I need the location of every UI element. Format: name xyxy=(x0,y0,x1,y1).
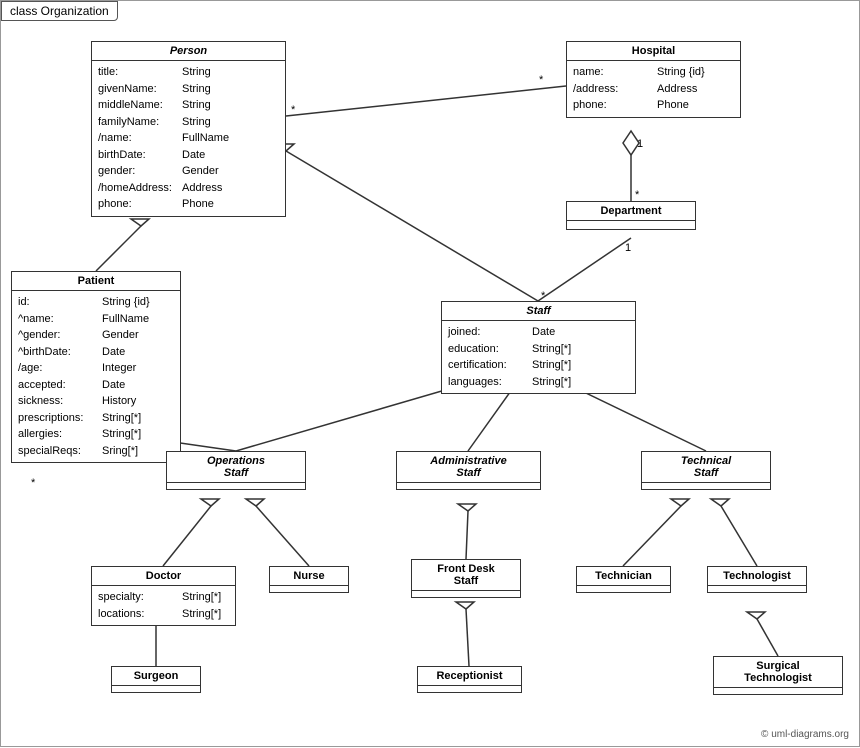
receptionist-title: Receptionist xyxy=(418,667,521,686)
department-box: Department xyxy=(566,201,696,230)
hospital-attrs: name:String {id} /address:Address phone:… xyxy=(567,61,740,117)
diagram-container: class Organization * * 1 * 1 * * * xyxy=(0,0,860,747)
technical-staff-box: TechnicalStaff xyxy=(641,451,771,490)
receptionist-box: Receptionist xyxy=(417,666,522,693)
admin-staff-title: AdministrativeStaff xyxy=(397,452,540,483)
technician-title: Technician xyxy=(577,567,670,586)
svg-text:*: * xyxy=(539,74,544,86)
department-attrs xyxy=(567,221,695,229)
copyright: © uml-diagrams.org xyxy=(761,729,849,740)
person-title: Person xyxy=(92,42,285,61)
hospital-title: Hospital xyxy=(567,42,740,61)
svg-text:*: * xyxy=(31,477,36,489)
patient-attrs: id:String {id} ^name:FullName ^gender:Ge… xyxy=(12,291,180,462)
operations-staff-title: OperationsStaff xyxy=(167,452,305,483)
surgical-technologist-box: SurgicalTechnologist xyxy=(713,656,843,695)
front-desk-title: Front DeskStaff xyxy=(412,560,520,591)
svg-text:*: * xyxy=(635,189,640,201)
technologist-box: Technologist xyxy=(707,566,807,593)
admin-staff-box: AdministrativeStaff xyxy=(396,451,541,490)
svg-text:*: * xyxy=(291,104,296,116)
technical-staff-title: TechnicalStaff xyxy=(642,452,770,483)
surgeon-title: Surgeon xyxy=(112,667,200,686)
diagram-title: class Organization xyxy=(1,1,118,21)
technician-box: Technician xyxy=(576,566,671,593)
doctor-attrs: specialty:String[*] locations:String[*] xyxy=(92,586,235,625)
hospital-box: Hospital name:String {id} /address:Addre… xyxy=(566,41,741,118)
svg-text:1: 1 xyxy=(625,242,631,254)
nurse-title: Nurse xyxy=(270,567,348,586)
front-desk-box: Front DeskStaff xyxy=(411,559,521,598)
technologist-title: Technologist xyxy=(708,567,806,586)
nurse-box: Nurse xyxy=(269,566,349,593)
surgeon-box: Surgeon xyxy=(111,666,201,693)
person-attrs: title:String givenName:String middleName… xyxy=(92,61,285,216)
staff-attrs: joined:Date education:String[*] certific… xyxy=(442,321,635,393)
doctor-title: Doctor xyxy=(92,567,235,586)
surgical-technologist-title: SurgicalTechnologist xyxy=(714,657,842,688)
doctor-box: Doctor specialty:String[*] locations:Str… xyxy=(91,566,236,626)
staff-box: Staff joined:Date education:String[*] ce… xyxy=(441,301,636,394)
staff-title: Staff xyxy=(442,302,635,321)
operations-staff-box: OperationsStaff xyxy=(166,451,306,490)
svg-text:1: 1 xyxy=(637,138,643,150)
department-title: Department xyxy=(567,202,695,221)
patient-box: Patient id:String {id} ^name:FullName ^g… xyxy=(11,271,181,463)
person-box: Person title:String givenName:String mid… xyxy=(91,41,286,217)
patient-title: Patient xyxy=(12,272,180,291)
